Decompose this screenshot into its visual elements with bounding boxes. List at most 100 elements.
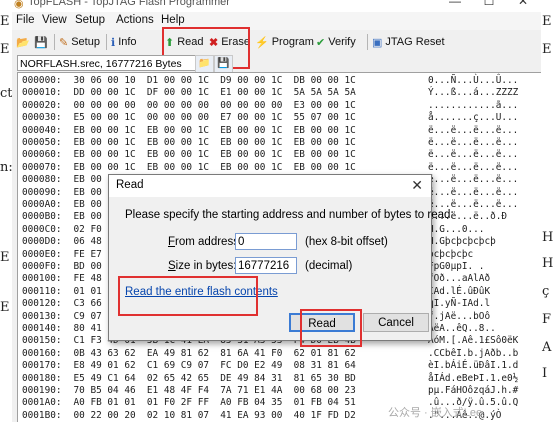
hex-row: 000070: EB 00 00 1C EB 00 00 1C EB 00 00 …: [22, 161, 518, 174]
hex-row: 0001B0: 00 22 00 20 02 10 81 07 41 EA 93 …: [22, 409, 501, 422]
hex-bytes: BD 00: [73, 261, 102, 272]
info-label: Info: [118, 36, 137, 48]
bg-fragment: E: [0, 300, 10, 315]
hex-ascii: pµ.FáHOôzqáJ.h.#: [428, 385, 519, 396]
hex-bytes: 00 22 00 20 02 10 81 07 41 EA 93 00 40 1…: [73, 409, 356, 421]
minimize-button[interactable]: —: [438, 0, 472, 10]
hex-address: 000080:: [22, 174, 62, 186]
hex-address: 000030:: [22, 112, 62, 124]
hex-row: 000030: E5 00 00 1C 00 00 00 00 E7 00 00 …: [22, 112, 518, 124]
menu-file[interactable]: File: [16, 14, 35, 26]
hex-bytes: C9 07: [73, 310, 102, 322]
size-label-text: ize in bytes:: [175, 260, 237, 272]
hex-row: 000140: 80 41 AëA..êQ..8..: [22, 323, 496, 335]
hex-ascii: IAd.lÉ.ûÐûK: [428, 285, 491, 297]
background-document-left: E E cti n: E E: [0, 0, 12, 422]
hex-ascii: þcþcþcþc: [428, 248, 474, 260]
save-icon: 💾: [34, 36, 48, 49]
folder-icon: 📁: [198, 58, 211, 69]
hex-address: 000180:: [22, 372, 62, 384]
hex-ascii: ë...ë...ë...ë...: [428, 174, 519, 186]
folder-icon: 📂: [16, 36, 30, 49]
hex-row: 0000F0: BD 00 FpG0µpI. .: [22, 261, 484, 273]
maximize-button[interactable]: ☐: [472, 0, 506, 10]
info-icon: ℹ: [111, 36, 116, 49]
toolbar-separator: [367, 34, 368, 50]
hex-bytes: A0 FB 01 01 01 F0 2F FF A0 FB 04 35 01 F…: [73, 397, 356, 409]
from-address-label-mnemonic: F: [168, 236, 176, 248]
hex-ascii: 0...Ñ...Ù...Û...: [428, 75, 519, 86]
from-address-input[interactable]: 0: [235, 233, 297, 250]
wrench-icon: ✎: [59, 36, 69, 49]
hex-ascii: fOð...aAlAð: [428, 273, 491, 285]
setup-label: Setup: [71, 36, 100, 48]
hex-address: 0000C0:: [22, 223, 62, 235]
program-button[interactable]: ⚡ Program: [255, 34, 314, 50]
menu-view[interactable]: View: [42, 14, 67, 26]
hex-ascii: qI.yÑ-IAd.l: [428, 298, 491, 310]
hex-row: 000080: EB 00 ë...ë...ë...ë...: [22, 174, 518, 186]
save-file-button[interactable]: 💾: [34, 34, 48, 50]
app-icon: ◉: [14, 0, 24, 10]
size-input[interactable]: 16777216: [235, 257, 297, 274]
hex-address: 0000A0:: [22, 199, 62, 210]
bg-fragment: cti: [0, 86, 12, 101]
menu-help[interactable]: Help: [161, 14, 185, 26]
menu-actions[interactable]: Actions: [116, 14, 154, 26]
bg-fragment: E: [542, 14, 552, 29]
hex-address: 000090:: [22, 186, 62, 198]
size-label-mnemonic: S: [168, 260, 176, 272]
toolbar-separator: [106, 34, 107, 50]
bg-fragment: ç: [542, 284, 550, 299]
hex-address: 000170:: [22, 360, 62, 372]
hex-bytes: EB 00: [73, 174, 102, 186]
hex-address: 000110:: [22, 285, 62, 297]
hex-address: 000010:: [22, 87, 62, 99]
hex-address: 000070:: [22, 161, 62, 173]
from-address-note: (hex 8-bit offset): [305, 236, 388, 248]
hex-address: 000060:: [22, 149, 62, 161]
setup-button[interactable]: ✎ Setup: [59, 34, 100, 50]
hex-row: 0000C0: 02 F0 H.G...0...: [22, 223, 484, 236]
window-title: TopFLASH - TopJTAG Flash Programmer: [28, 0, 230, 8]
bg-fragment: A: [542, 340, 552, 355]
from-address-label-text: rom address:: [175, 236, 243, 248]
hex-bytes: DD 00 00 1C DF 00 00 1C E1 00 00 1C 5A 5…: [73, 87, 356, 99]
hex-bytes: FE E7: [73, 248, 102, 260]
bg-fragment: F: [542, 312, 552, 327]
hex-row: 0000B0: EB 00 ë...ë...ë..ð.Ð: [22, 211, 507, 223]
hex-row: 000160: 0B 43 63 62 EA 49 81 62 81 6A 41 …: [22, 348, 518, 360]
hex-row: 0000E0: FE E7 þcþcþcþc: [22, 248, 473, 261]
menu-setup[interactable]: Setup: [75, 14, 105, 26]
hex-row: 000190: 70 B5 04 46 E1 48 4F F4 7A 71 E1 …: [22, 385, 518, 397]
size-label: Size in bytes:: [168, 260, 236, 272]
open-file-button[interactable]: 📂: [16, 34, 30, 50]
hex-row: 000100: FE 48 fOð...aAlAð: [22, 273, 490, 285]
hex-bytes: 06 48: [73, 236, 102, 248]
hex-address: 000040:: [22, 124, 62, 136]
hex-bytes: 00 00 00 00 00 00 00 00 00 00 00 00 E3 0…: [73, 99, 356, 111]
hex-bytes: 80 41: [73, 323, 102, 334]
hex-row: 000060: EB 00 00 1C EB 00 00 1C EB 00 00 …: [22, 149, 518, 161]
dialog-title: Read: [116, 179, 144, 191]
jtag-reset-button[interactable]: ▣ JTAG Reset: [372, 34, 445, 50]
hex-row: 000020: 00 00 00 00 00 00 00 00 00 00 00 …: [22, 99, 518, 112]
verify-button[interactable]: ✔ Verify: [316, 34, 356, 50]
dialog-cancel-button[interactable]: Cancel: [363, 313, 429, 332]
hex-bytes: 70 B5 04 46 E1 48 4F F4 7A 71 E1 4A 00 6…: [73, 385, 356, 396]
hex-address: 000000:: [22, 75, 62, 86]
bg-fragment: E: [0, 14, 10, 29]
hex-address: 000020:: [22, 99, 62, 111]
hex-address: 000130:: [22, 310, 62, 322]
hex-ascii: åIÁd.eBeÞI.1.e0½: [428, 372, 519, 384]
close-button[interactable]: ✕: [506, 0, 540, 10]
hex-bytes: FE 48: [73, 273, 102, 285]
bg-fragment: E: [0, 42, 10, 57]
dialog-close-icon[interactable]: ✕: [411, 177, 423, 194]
bg-fragment: I: [542, 366, 548, 381]
bg-fragment: H: [542, 230, 554, 245]
info-button[interactable]: ℹ Info: [111, 34, 137, 50]
bg-fragment: E: [542, 42, 552, 57]
file-path-field[interactable]: NORFLASH.srec, 16777216 Bytes: [17, 55, 217, 71]
verify-label: Verify: [328, 36, 356, 48]
